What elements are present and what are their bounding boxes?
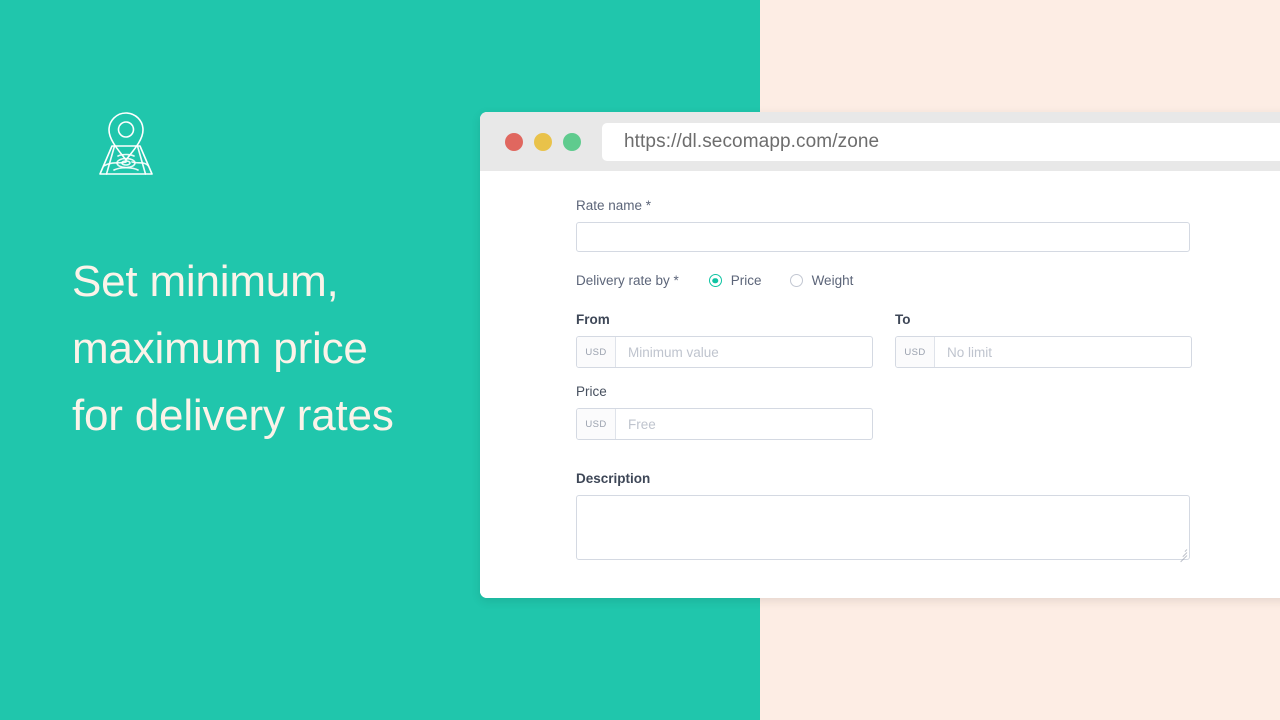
address-bar[interactable]: https://dl.secomapp.com/zone [602, 122, 1280, 161]
delivery-rate-by-label: Delivery rate by * [576, 273, 679, 288]
range-row: From USD Minimum value To USD No limit [576, 311, 1280, 368]
to-input[interactable]: USD No limit [895, 336, 1192, 368]
to-field-group: To USD No limit [895, 311, 1192, 368]
from-input-placeholder[interactable]: Minimum value [616, 337, 872, 367]
description-label: Description [576, 471, 651, 486]
page-content: Rate name * Delivery rate by * Price Wei… [480, 171, 1280, 598]
description-field-group: Description [576, 470, 1280, 563]
map-pin-location-icon [92, 104, 160, 178]
radio-price-label: Price [730, 273, 762, 288]
delivery-rate-by-group: Delivery rate by * Price Weight [576, 272, 1280, 289]
rate-name-label: Rate name * [576, 198, 652, 213]
promo-screenshot: Set minimum, maximum price for delivery … [0, 0, 1280, 720]
rate-name-input[interactable] [576, 222, 1190, 252]
promo-panel: Set minimum, maximum price for delivery … [0, 0, 470, 720]
price-input-placeholder[interactable]: Free [616, 409, 872, 439]
browser-window: https://dl.secomapp.com/zone Rate name *… [480, 112, 1280, 598]
promo-headline: Set minimum, maximum price for delivery … [72, 257, 394, 440]
to-currency-addon: USD [896, 337, 935, 367]
radio-weight-label: Weight [811, 273, 854, 288]
traffic-lights [505, 132, 581, 151]
address-bar-url: https://dl.secomapp.com/zone [624, 130, 880, 152]
rate-name-field-group: Rate name * [576, 197, 1280, 252]
radio-option-price[interactable]: Price [708, 273, 762, 288]
radio-weight-mark[interactable] [789, 274, 803, 287]
minimize-window-button[interactable] [534, 132, 552, 151]
from-label: From [576, 312, 610, 327]
to-input-placeholder[interactable]: No limit [935, 337, 1191, 367]
resize-handle-icon[interactable] [1178, 548, 1188, 563]
radio-option-weight[interactable]: Weight [789, 273, 854, 288]
price-field-group: Price USD Free [576, 383, 1280, 440]
price-label: Price [576, 384, 607, 399]
price-currency-addon: USD [577, 409, 616, 439]
from-input[interactable]: USD Minimum value [576, 336, 873, 368]
browser-titlebar: https://dl.secomapp.com/zone [480, 112, 1280, 171]
description-textarea[interactable] [576, 495, 1190, 563]
close-window-button[interactable] [505, 132, 523, 151]
price-input[interactable]: USD Free [576, 408, 873, 440]
to-label: To [895, 312, 911, 327]
from-field-group: From USD Minimum value [576, 311, 873, 368]
from-currency-addon: USD [577, 337, 616, 367]
radio-price-mark[interactable] [708, 274, 722, 287]
maximize-window-button[interactable] [563, 132, 581, 151]
